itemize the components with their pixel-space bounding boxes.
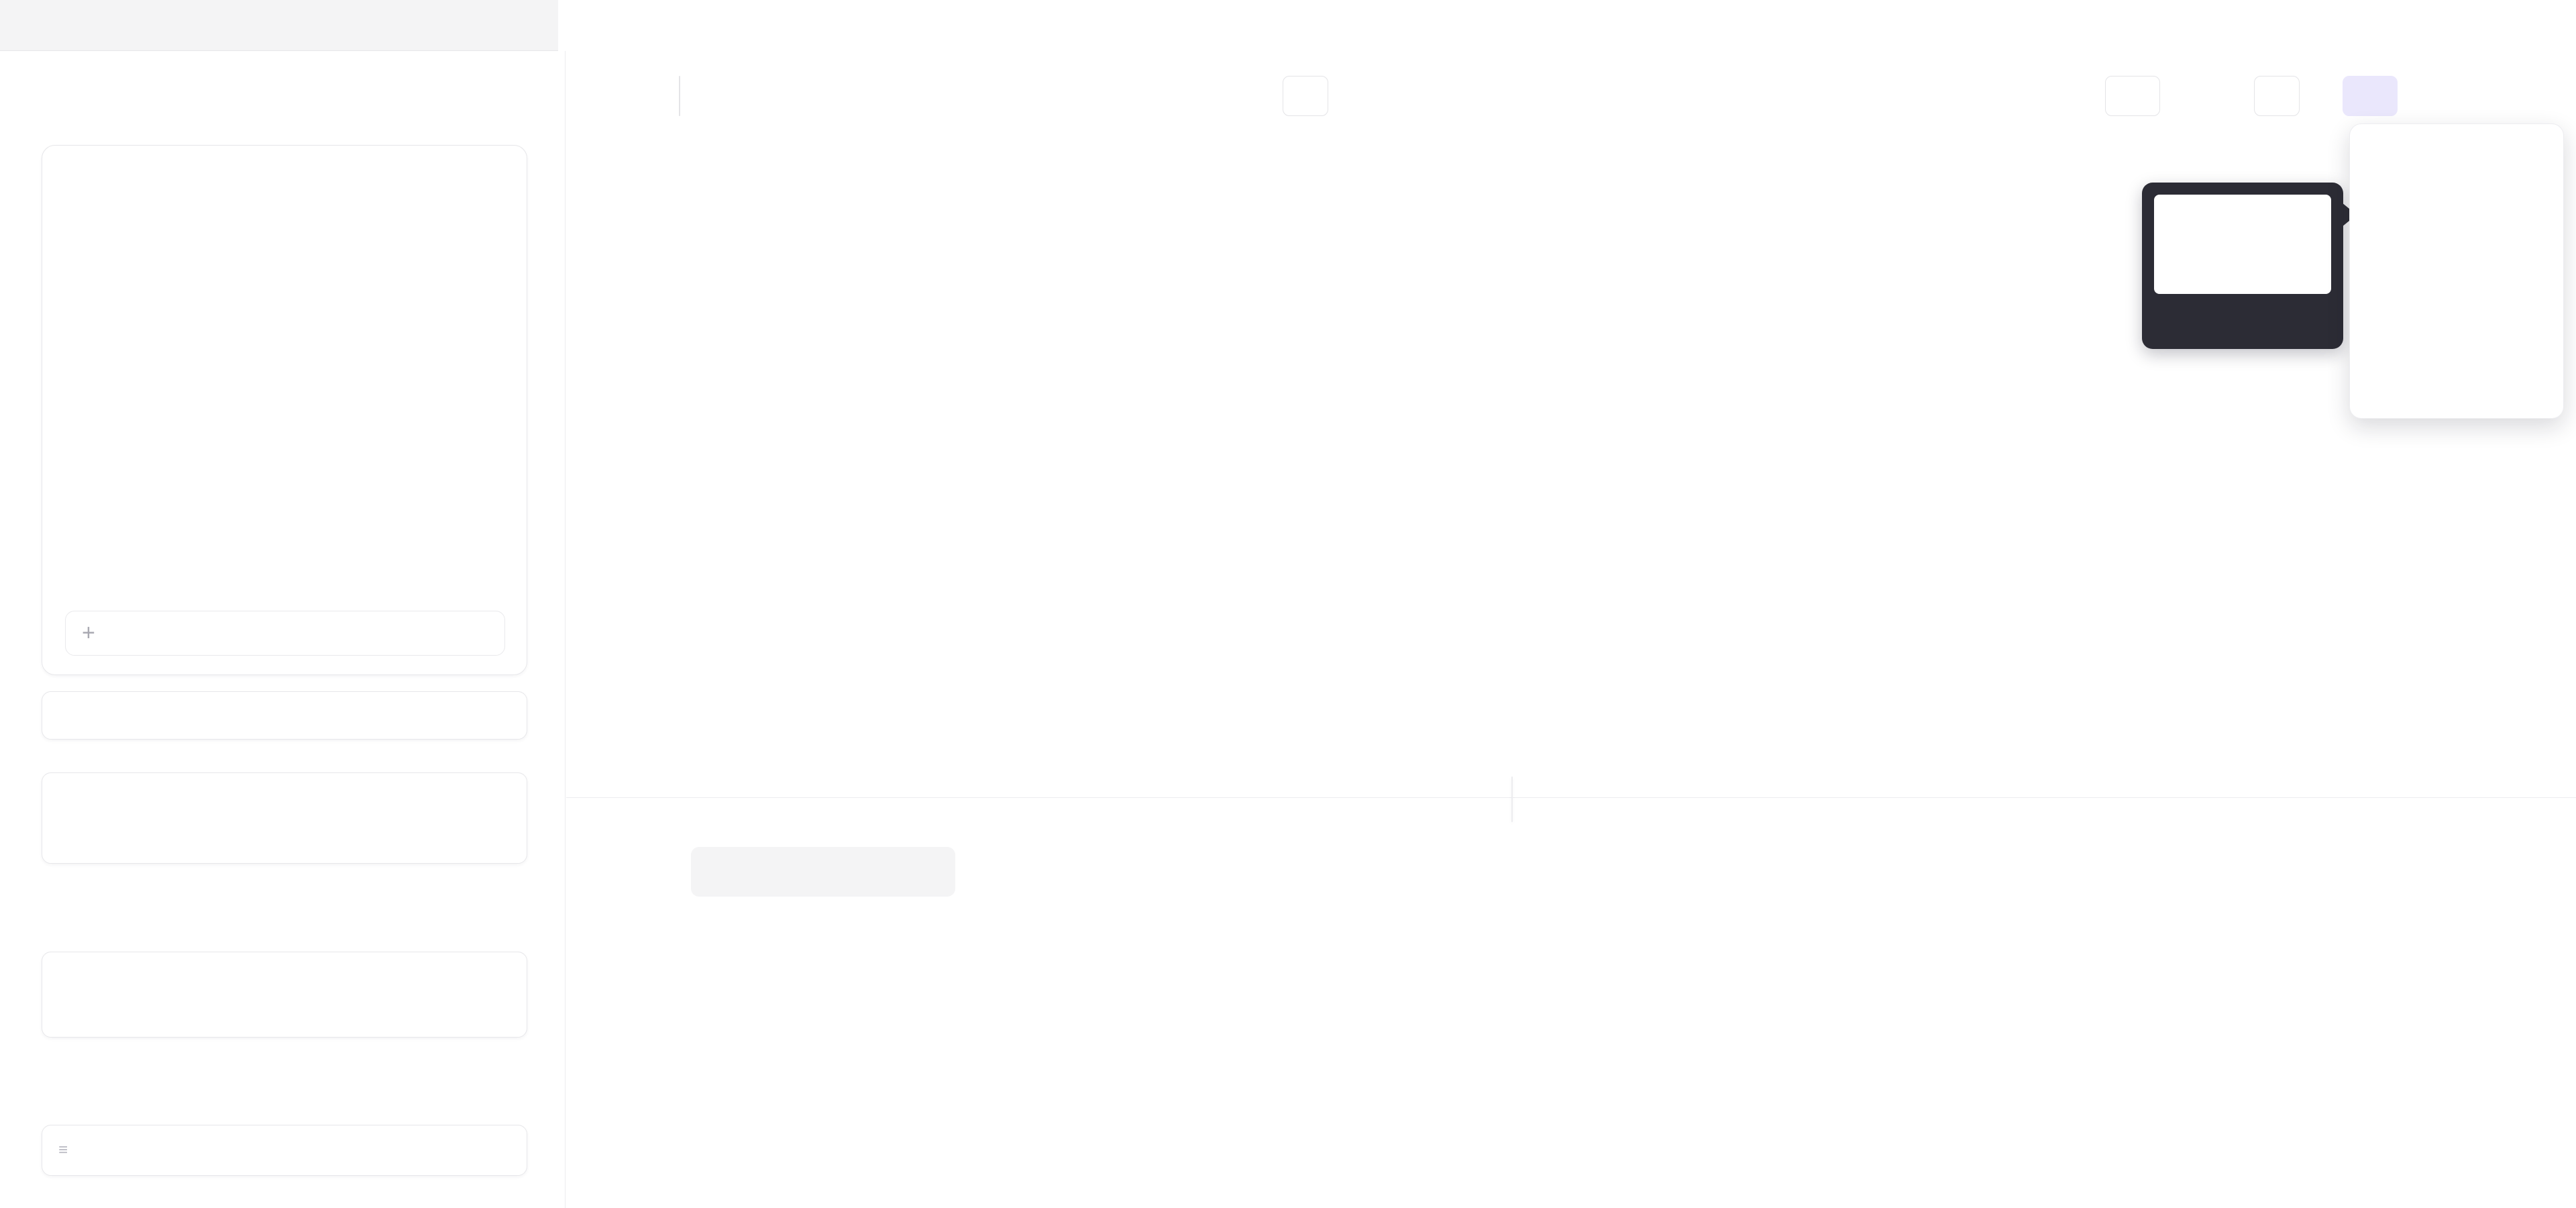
metric-card: + <box>42 145 527 675</box>
chart-table-divider <box>566 797 2576 798</box>
funnels-analysis-app: + <box>0 0 2576 1208</box>
tooltip-preview-chart <box>2154 195 2331 294</box>
conversion-window-card[interactable] <box>42 691 527 740</box>
granularity-button[interactable] <box>2254 76 2300 116</box>
breakdown-property-card[interactable]: ≡ <box>42 1125 527 1176</box>
metric-title-row[interactable] <box>66 162 511 202</box>
table-search <box>691 847 955 897</box>
breakdown-table <box>678 897 2576 1130</box>
drag-handle-icon[interactable]: ≡ <box>58 1141 68 1160</box>
layout-toggle-group <box>1511 776 1513 822</box>
scale-button[interactable] <box>2105 76 2160 116</box>
report-tabbar <box>0 0 558 51</box>
compare-button[interactable] <box>1283 76 1328 116</box>
plus-icon: + <box>82 620 95 646</box>
chart-type-tooltip <box>2142 183 2343 349</box>
add-step-button[interactable]: + <box>65 611 505 656</box>
chart-type-menu <box>2349 123 2564 419</box>
filter-segment-dropdown[interactable] <box>66 819 502 851</box>
report-main <box>566 0 2576 1208</box>
conversion-rate-card <box>42 772 527 864</box>
date-range-picker <box>679 76 680 116</box>
query-builder-sidebar: + <box>0 51 566 1208</box>
search-input[interactable] <box>720 861 939 883</box>
chart-type-button[interactable] <box>2343 76 2398 116</box>
platform-filter-card[interactable] <box>42 952 527 1038</box>
